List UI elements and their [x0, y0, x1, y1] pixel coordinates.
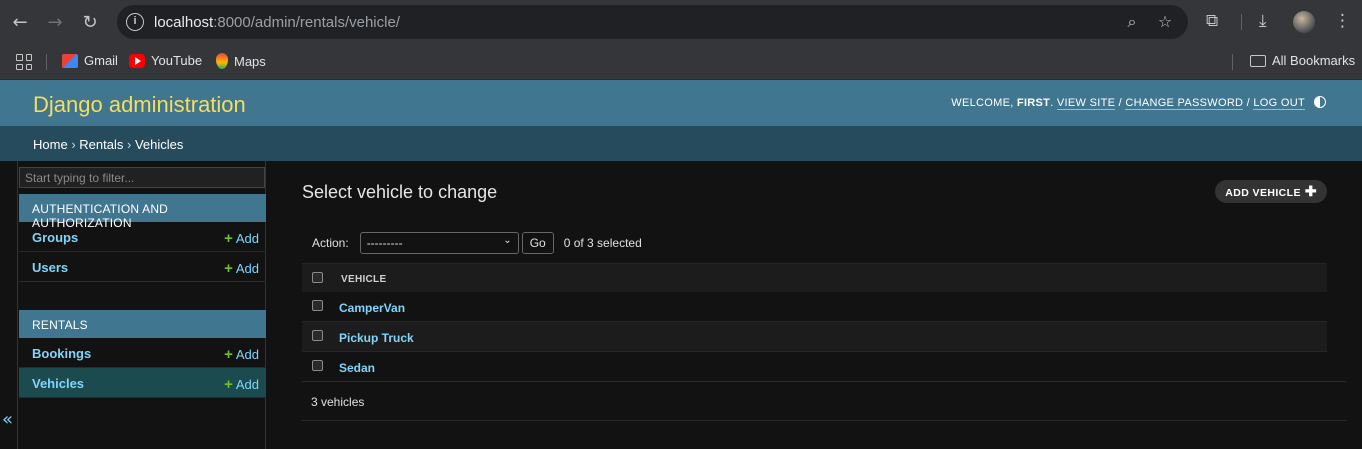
- plus-icon: ✚: [1304, 183, 1317, 199]
- row-checkbox[interactable]: [312, 360, 323, 371]
- page-title: Select vehicle to change: [302, 182, 498, 202]
- site-brand[interactable]: Django administration: [33, 92, 246, 118]
- theme-toggle-icon[interactable]: [1314, 96, 1326, 108]
- table-row: Sedan: [302, 352, 1327, 382]
- star-icon[interactable]: ☆: [1155, 12, 1175, 32]
- table-row: Pickup Truck: [302, 322, 1327, 352]
- row-checkbox[interactable]: [312, 300, 323, 311]
- extensions-icon[interactable]: ⧉: [1206, 11, 1218, 31]
- user-tools: WELCOME, FIRST. VIEW SITE / CHANGE PASSW…: [951, 97, 1305, 110]
- row-link[interactable]: Sedan: [339, 361, 375, 375]
- apps-grid-icon[interactable]: [16, 54, 32, 70]
- breadcrumb-separator: ›: [71, 137, 76, 152]
- sidebar-filter-input[interactable]: Start typing to filter...: [19, 167, 265, 188]
- log-out-link[interactable]: LOG OUT: [1253, 97, 1305, 110]
- breadcrumb-separator: ›: [126, 137, 132, 152]
- plus-icon: +: [224, 346, 233, 363]
- bookmark-label: Gmail: [84, 53, 118, 68]
- add-bookings-link[interactable]: + Add: [224, 346, 259, 363]
- download-icon[interactable]: ⤓: [1259, 11, 1267, 31]
- youtube-icon: [129, 53, 145, 68]
- add-label: Add: [235, 231, 259, 246]
- breadcrumb-rentals[interactable]: Rentals: [79, 137, 123, 152]
- sidebar-item-users: Users + Add: [19, 252, 266, 282]
- plus-icon: +: [224, 260, 233, 277]
- bookmark-label: YouTube: [151, 53, 203, 68]
- action-label: Action:: [312, 236, 349, 250]
- add-vehicle-label: ADD VEHICLE: [1225, 187, 1301, 199]
- bookmark-maps[interactable]: Maps: [216, 53, 266, 69]
- sidebar-item-vehicles: Vehicles + Add: [19, 368, 266, 398]
- selection-counter: 0 of 3 selected: [563, 236, 642, 250]
- row-checkbox[interactable]: [312, 330, 323, 341]
- add-vehicle-button[interactable]: ADD VEHICLE ✚: [1215, 180, 1327, 203]
- bookmark-youtube[interactable]: YouTube: [129, 53, 202, 68]
- gmail-icon: [62, 53, 78, 68]
- paginator: 3 vehicles: [302, 381, 1346, 421]
- sidebar-item-link[interactable]: Bookings: [32, 346, 91, 361]
- add-label: Add: [235, 261, 259, 276]
- sidebar-item-link[interactable]: Vehicles: [32, 376, 84, 391]
- module-caption-auth[interactable]: AUTHENTICATION AND AUTHORIZATION: [19, 194, 266, 230]
- sidebar-item-link[interactable]: Users: [32, 260, 68, 275]
- go-button[interactable]: Go: [521, 232, 554, 254]
- back-arrow-icon[interactable]: ←: [8, 10, 32, 34]
- collapse-sidebar-icon[interactable]: «: [2, 409, 13, 430]
- menu-kebab-icon[interactable]: ⋮: [1334, 11, 1351, 31]
- table-row: CamperVan: [302, 292, 1327, 322]
- actions-bar: Action: --------- ⌄ Go 0 of 3 selected: [302, 231, 642, 255]
- chevron-down-icon: ⌄: [503, 235, 512, 246]
- forward-arrow-icon[interactable]: →: [43, 10, 67, 34]
- change-password-link[interactable]: CHANGE PASSWORD: [1125, 97, 1244, 110]
- url-text[interactable]: localhost:8000/admin/rentals/vehicle/: [154, 14, 400, 31]
- bookmarks-bar: Gmail YouTube Maps All Bookmarks: [0, 44, 1362, 80]
- plus-icon: +: [224, 230, 233, 247]
- module-caption-rentals[interactable]: RENTALS: [19, 310, 266, 338]
- add-groups-link[interactable]: + Add: [224, 230, 259, 247]
- username: FIRST: [1016, 97, 1051, 109]
- all-bookmarks-label: All Bookmarks: [1272, 53, 1356, 68]
- main-area: Start typing to filter... AUTHENTICATION…: [0, 161, 1362, 449]
- column-header-vehicle[interactable]: VEHICLE: [341, 274, 386, 285]
- profile-avatar[interactable]: [1293, 11, 1315, 33]
- row-link[interactable]: Pickup Truck: [339, 331, 414, 345]
- bookmark-gmail[interactable]: Gmail: [62, 53, 118, 68]
- folder-icon: [1250, 54, 1266, 67]
- site-info-icon[interactable]: i: [126, 13, 144, 31]
- bookmark-label: Maps: [234, 53, 266, 69]
- bookmarks-divider: [46, 54, 47, 70]
- breadcrumb-current: Vehicles: [134, 137, 184, 152]
- add-vehicles-link[interactable]: + Add: [224, 376, 259, 393]
- sidebar-item-bookings: Bookings + Add: [19, 338, 266, 368]
- nav-sidebar: Start typing to filter... AUTHENTICATION…: [17, 161, 266, 449]
- bookmarks-divider: [1232, 54, 1233, 70]
- add-label: Add: [235, 377, 259, 392]
- action-select[interactable]: --------- ⌄: [359, 232, 519, 254]
- sidebar-item-groups: Groups + Add: [19, 222, 266, 252]
- breadcrumb-home[interactable]: Home: [33, 137, 68, 152]
- all-bookmarks[interactable]: All Bookmarks: [1250, 53, 1355, 68]
- row-link[interactable]: CamperVan: [339, 301, 405, 315]
- results-table: VEHICLE CamperVan Pickup Truck Sedan: [302, 263, 1327, 382]
- reload-icon[interactable]: ↻: [78, 10, 102, 34]
- select-all-checkbox[interactable]: [312, 272, 323, 283]
- view-site-link[interactable]: VIEW SITE: [1056, 97, 1116, 110]
- browser-toolbar: ← → ↻ i localhost:8000/admin/rentals/veh…: [0, 0, 1362, 44]
- admin-header: Django administration WELCOME, FIRST. VI…: [0, 80, 1362, 126]
- add-label: Add: [235, 347, 259, 362]
- welcome-text: WELCOME,: [951, 97, 1014, 109]
- breadcrumb: Home › Rentals › Vehicles: [0, 126, 1362, 161]
- toolbar-divider: [1241, 14, 1242, 30]
- table-header: VEHICLE: [302, 263, 1327, 292]
- sidebar-item-link[interactable]: Groups: [32, 230, 78, 245]
- maps-pin-icon: [216, 53, 228, 69]
- action-selected-value: ---------: [366, 236, 403, 250]
- zoom-icon[interactable]: ⌕: [1122, 12, 1142, 32]
- address-bar[interactable]: i localhost:8000/admin/rentals/vehicle/ …: [117, 5, 1188, 39]
- add-users-link[interactable]: + Add: [224, 260, 259, 277]
- plus-icon: +: [224, 376, 233, 393]
